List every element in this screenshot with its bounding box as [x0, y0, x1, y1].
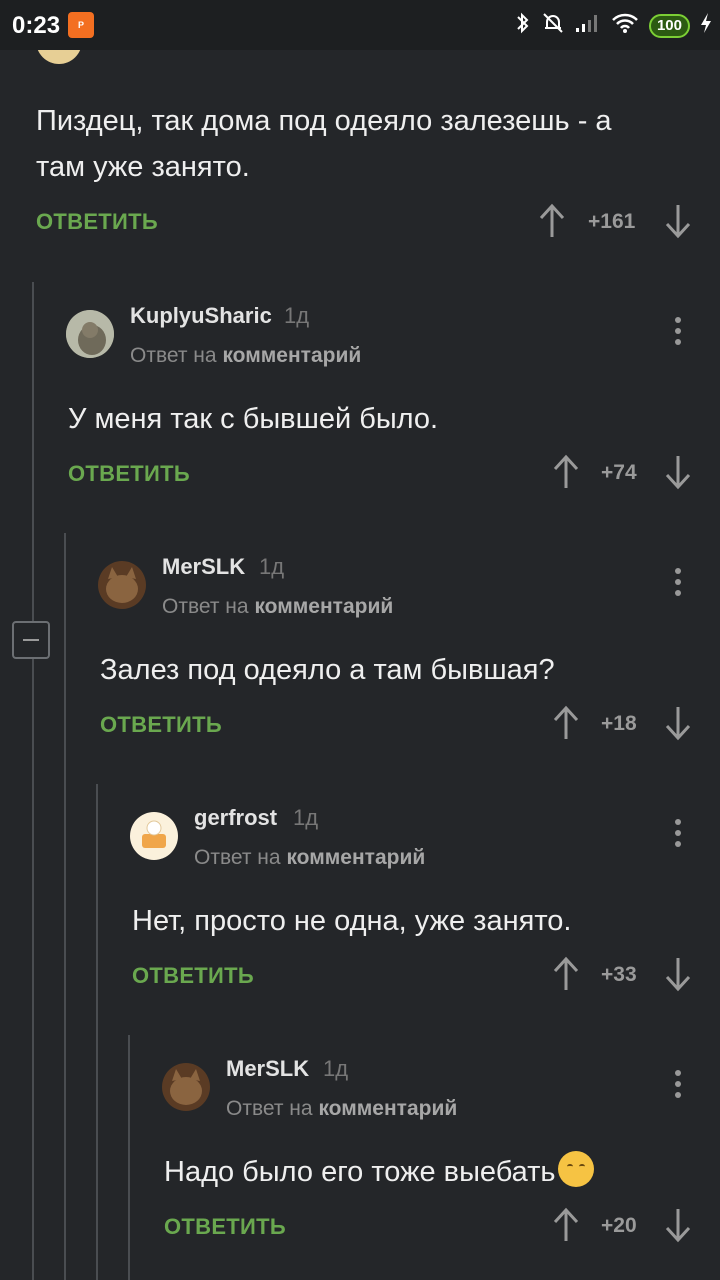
comment-text-line: Пиздец, так дома под одеяло залезешь - а [36, 105, 612, 137]
more-options-icon[interactable] [675, 568, 681, 600]
avatar[interactable] [66, 310, 114, 358]
reply-to-label[interactable]: Ответ на комментарий [226, 1097, 457, 1121]
signal-icon [575, 13, 601, 39]
avatar[interactable] [130, 812, 178, 860]
reply-to-prefix: Ответ на [162, 595, 249, 618]
vote-score: +161 [588, 210, 636, 233]
comment-time: 1д [323, 1056, 349, 1081]
comment-text: Надо было его тоже выебать [164, 1149, 594, 1195]
vote-score: +20 [601, 1214, 637, 1237]
hugging-face-emoji-icon [557, 1151, 594, 1187]
downvote-icon[interactable] [664, 705, 692, 741]
upvote-icon[interactable] [552, 705, 580, 741]
upvote-icon[interactable] [538, 203, 566, 239]
thread-line [32, 282, 34, 1280]
downvote-icon[interactable] [664, 454, 692, 490]
avatar[interactable] [162, 1063, 210, 1111]
reply-button[interactable]: ОТВЕТИТЬ [36, 209, 158, 235]
reply-to-prefix: Ответ на [194, 846, 281, 869]
more-options-icon[interactable] [675, 1070, 681, 1102]
avatar[interactable] [98, 561, 146, 609]
thread-line [96, 784, 98, 1280]
more-options-icon[interactable] [675, 317, 681, 349]
upvote-icon[interactable] [552, 454, 580, 490]
comment-text: У меня так с бывшей было. [68, 403, 439, 435]
thread-line [128, 1035, 130, 1280]
reply-to-prefix: Ответ на [130, 344, 217, 367]
reply-to-target[interactable]: комментарий [254, 595, 393, 618]
comment-text-line: там уже занято. [36, 151, 250, 183]
wifi-icon [611, 12, 639, 40]
status-icons: 100 [515, 12, 712, 40]
upvote-icon[interactable] [552, 956, 580, 992]
pikabu-icon: P [68, 12, 94, 38]
comment-time: 1д [293, 805, 319, 830]
comment-text: Залез под одеяло а там бывшая? [100, 654, 555, 686]
reply-to-prefix: Ответ на [226, 1097, 313, 1120]
reply-button[interactable]: ОТВЕТИТЬ [68, 461, 190, 487]
comment-author[interactable]: KuplyuSharic [130, 303, 272, 329]
vote-score: +74 [601, 461, 637, 484]
vote-score: +18 [601, 712, 637, 735]
comment-text-content: Надо было его тоже выебать [164, 1156, 556, 1188]
reply-to-label[interactable]: Ответ на комментарий [130, 344, 361, 368]
silent-bell-icon [541, 11, 565, 41]
comment-author[interactable]: MerSLK [226, 1056, 309, 1082]
reply-to-target[interactable]: комментарий [222, 344, 361, 367]
comment-time: 1д [284, 303, 310, 328]
reply-button[interactable]: ОТВЕТИТЬ [164, 1214, 286, 1240]
battery-indicator: 100 [648, 14, 690, 38]
charging-icon [700, 12, 712, 40]
reply-button[interactable]: ОТВЕТИТЬ [132, 963, 254, 989]
status-time: 0:23 [12, 12, 61, 39]
vote-score: +33 [601, 963, 637, 986]
comment-author[interactable]: MerSLK [162, 554, 245, 580]
reply-to-label[interactable]: Ответ на комментарий [162, 595, 393, 619]
collapse-thread-button[interactable] [12, 621, 50, 659]
reply-to-label[interactable]: Ответ на комментарий [194, 846, 425, 870]
upvote-icon[interactable] [552, 1207, 580, 1243]
reply-to-target[interactable]: комментарий [286, 846, 425, 869]
thread-line [64, 533, 66, 1280]
downvote-icon[interactable] [664, 203, 692, 239]
comment-text: Нет, просто не одна, уже занято. [132, 905, 572, 937]
more-options-icon[interactable] [675, 819, 681, 851]
reply-button[interactable]: ОТВЕТИТЬ [100, 712, 222, 738]
comment-time: 1д [259, 554, 285, 579]
downvote-icon[interactable] [664, 956, 692, 992]
bluetooth-icon [515, 11, 531, 41]
comment-author[interactable]: gerfrost [194, 805, 277, 831]
reply-to-target[interactable]: комментарий [318, 1097, 457, 1120]
downvote-icon[interactable] [664, 1207, 692, 1243]
minus-icon [23, 639, 39, 641]
comment-text: Пиздец, так дома под одеяло залезешь - а… [36, 98, 612, 190]
status-bar: 0:23 P 100 [0, 0, 720, 50]
